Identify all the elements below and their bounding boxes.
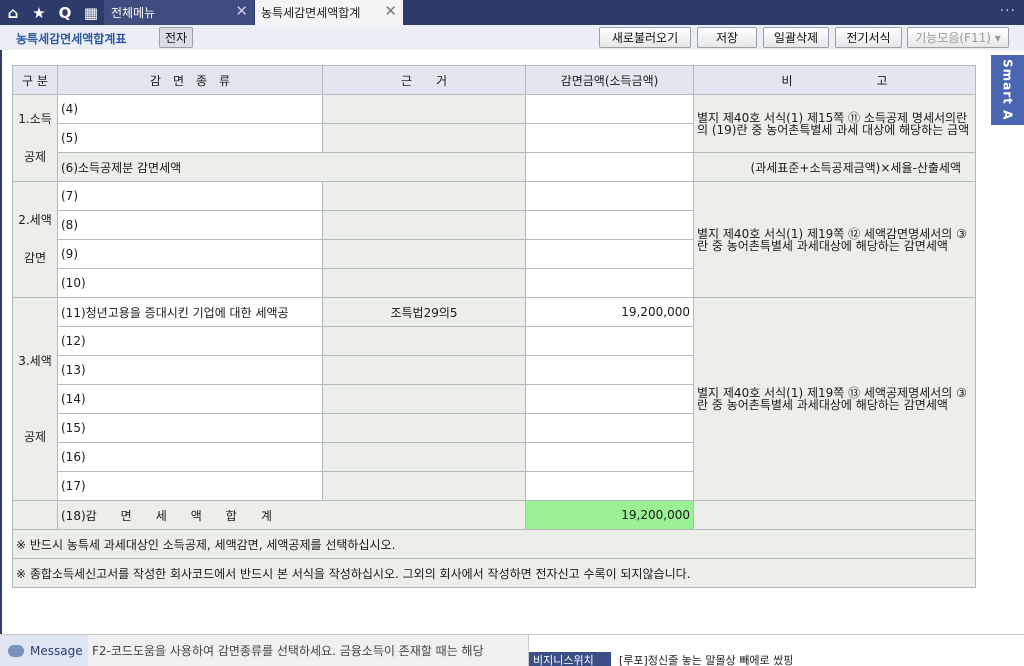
row-11-amount[interactable]: 19,200,000 (525, 297, 694, 327)
close-icon[interactable]: ✕ (384, 4, 397, 19)
home-icon[interactable]: ⌂ (0, 0, 26, 25)
row-15-type[interactable]: (15) (57, 413, 323, 443)
row-17-basis (322, 471, 526, 501)
row-7-basis (322, 181, 526, 211)
row-8-amount[interactable] (525, 210, 694, 240)
header-amount: 감면금액(소득금액) (525, 65, 694, 95)
row-10-basis (322, 268, 526, 298)
close-icon[interactable]: ✕ (235, 4, 248, 19)
message-label-text: Message (30, 644, 83, 658)
tab-agri-tax-summary[interactable]: 농특세감면세액합계 ✕ (255, 0, 403, 25)
row-7-type[interactable]: (7) (57, 181, 323, 211)
row-18-total-amount: 19,200,000 (525, 500, 694, 530)
row-14-basis (322, 384, 526, 414)
page-title: 농특세감면세액합계표 (16, 32, 127, 46)
electronic-badge-button[interactable]: 전자 (159, 27, 193, 48)
tab-label: 농특세감면세액합계 (261, 6, 361, 20)
row-16-amount[interactable] (525, 442, 694, 472)
tax-reduction-table: 구 분 감 면 종 류 근 거 감면금액(소득금액) 비 고 1.소득 공제 (… (12, 65, 976, 588)
row-15-amount[interactable] (525, 413, 694, 443)
tab-all-menu[interactable]: 전체메뉴 ✕ (104, 0, 254, 25)
row-15-basis (322, 413, 526, 443)
row-18-total-label: (18)감 면 세 액 합 계 (57, 500, 526, 530)
calendar-icon[interactable]: ▦ (78, 0, 104, 25)
note-income: 별지 제40호 서식(1) 제15쪽 ⑪ 소득공제 명세서의란의 (19)란 중… (693, 94, 976, 153)
row-4-type[interactable]: (4) (57, 94, 323, 124)
functions-dropdown[interactable]: 기능모음(F11) ▾ (907, 27, 1009, 48)
row-11-type[interactable]: (11)청년고용을 증대시킨 기업에 대한 세액공 (57, 297, 323, 327)
row-10-type[interactable]: (10) (57, 268, 323, 298)
row-9-type[interactable]: (9) (57, 239, 323, 269)
row-12-type[interactable]: (12) (57, 326, 323, 356)
message-text: F2-코드도움을 사용하여 감면종류를 선택하세요. 금융소득이 존재할 때는 … (92, 644, 484, 658)
row-14-type[interactable]: (14) (57, 384, 323, 414)
row-16-basis (322, 442, 526, 472)
section-tax-credit: 3.세액 공제 (12, 297, 58, 501)
reload-button[interactable]: 새로불러오기 (599, 27, 691, 48)
note-credit: 별지 제40호 서식(1) 제19쪽 ⑬ 세액공제명세서의 ③란 중 농어촌특별… (693, 297, 976, 501)
news-ticker-label: 비지니스위치 (529, 652, 611, 666)
footer-note-1: ※ 반드시 농특세 과세대상인 소득공제, 세액감면, 세액공제를 선택하십시오… (12, 529, 976, 559)
row-4-basis (322, 94, 526, 124)
header-basis: 근 거 (322, 65, 526, 95)
row-5-basis (322, 123, 526, 153)
row-14-amount[interactable] (525, 384, 694, 414)
row-7-amount[interactable] (525, 181, 694, 211)
news-ticker-text[interactable]: [루포]정신줄 놓는 말몰상 빼에로 쌌핑 (619, 652, 793, 666)
row-6-type: (6)소득공제분 감면세액 (57, 152, 526, 182)
row-6-amount[interactable] (525, 152, 694, 182)
chat-icon (8, 645, 24, 657)
row-8-type[interactable]: (8) (57, 210, 323, 240)
row-5-amount[interactable] (525, 123, 694, 153)
section-income-deduction: 1.소득 공제 (12, 94, 58, 182)
row-17-type[interactable]: (17) (57, 471, 323, 501)
row-16-type[interactable]: (16) (57, 442, 323, 472)
footer-note-2: ※ 종합소득세신고서를 작성한 회사코드에서 반드시 본 서식을 작성하십시오.… (12, 558, 976, 588)
row-12-amount[interactable] (525, 326, 694, 356)
status-bar: Message F2-코드도움을 사용하여 감면종류를 선택하세요. 금융소득이… (0, 634, 1024, 666)
save-button[interactable]: 저장 (697, 27, 757, 48)
row-18-remarks (693, 500, 976, 530)
star-icon[interactable]: ★ (26, 0, 52, 25)
header-remarks: 비 고 (693, 65, 976, 95)
row-6-formula: (과세표준+소득공제금액)×세율-산출세액 (693, 152, 976, 182)
row-13-basis (322, 355, 526, 385)
search-icon[interactable]: Q (52, 0, 78, 25)
delete-all-button[interactable]: 일괄삭제 (763, 27, 829, 48)
row-9-basis (322, 239, 526, 269)
row-13-type[interactable]: (13) (57, 355, 323, 385)
row-5-type[interactable]: (5) (57, 123, 323, 153)
row-8-basis (322, 210, 526, 240)
row-12-basis (322, 326, 526, 356)
smart-a-tab[interactable]: Smart A (991, 55, 1024, 125)
more-options-icon[interactable]: ··· (1000, 3, 1016, 19)
total-category (12, 500, 58, 530)
row-11-basis: 조특법29의5 (322, 297, 526, 327)
row-4-amount[interactable] (525, 94, 694, 124)
header-category: 구 분 (12, 65, 58, 95)
tab-label: 전체메뉴 (111, 6, 156, 20)
message-label: Message (0, 635, 88, 666)
header-type: 감 면 종 류 (57, 65, 323, 95)
e-form-button[interactable]: 전기서식 (835, 27, 902, 48)
row-10-amount[interactable] (525, 268, 694, 298)
section-tax-reduction: 2.세액 감면 (12, 181, 58, 298)
row-17-amount[interactable] (525, 471, 694, 501)
news-ticker[interactable]: 비지니스위치 [루포]정신줄 놓는 말몰상 빼에로 쌌핑 (528, 635, 1024, 666)
title-bar: 농특세감면세액합계표 전자 새로불러오기 저장 일괄삭제 전기서식 기능모음(F… (0, 25, 1024, 50)
note-reduction: 별지 제40호 서식(1) 제19쪽 ⑫ 세액감면명세서의 ③란 중 농어촌특별… (693, 181, 976, 298)
row-13-amount[interactable] (525, 355, 694, 385)
row-9-amount[interactable] (525, 239, 694, 269)
